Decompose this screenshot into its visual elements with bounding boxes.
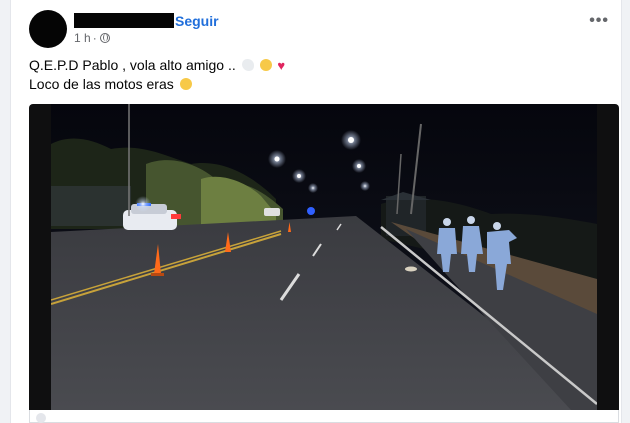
dove-emoji-icon — [241, 59, 254, 71]
post-photo[interactable] — [51, 104, 597, 410]
post-line-1-text: Q.E.P.D Pablo , vola alto amigo .. — [29, 57, 236, 73]
reaction-icon[interactable] — [36, 413, 46, 423]
follow-button[interactable]: Seguir — [175, 13, 219, 29]
globe-icon[interactable] — [99, 33, 110, 43]
meta-separator: · — [92, 31, 97, 45]
post-meta: 1 h · — [74, 31, 110, 45]
red-heart-emoji-icon: ♥ — [277, 58, 286, 73]
media-footer — [29, 410, 619, 423]
more-options-icon: ••• — [589, 12, 609, 29]
follow-label[interactable]: Seguir — [175, 13, 219, 29]
post-line-2: Loco de las motos eras — [29, 75, 285, 94]
author-name-redacted[interactable] — [74, 13, 174, 28]
more-options-button[interactable]: ••• — [589, 13, 609, 29]
avatar-redacted[interactable] — [29, 10, 67, 48]
post-media[interactable] — [29, 104, 619, 410]
post-text: Q.E.P.D Pablo , vola alto amigo .. ♥ Loc… — [29, 56, 285, 94]
post-card: Seguir 1 h · ••• Q.E.P.D Pablo , vola al… — [10, 0, 622, 423]
post-time[interactable]: 1 h — [74, 31, 91, 45]
post-line-1: Q.E.P.D Pablo , vola alto amigo .. ♥ — [29, 56, 285, 75]
post-line-2-text: Loco de las motos eras — [29, 76, 174, 92]
sad-face-emoji-icon — [259, 59, 272, 71]
sad-face-emoji-icon — [179, 78, 192, 90]
